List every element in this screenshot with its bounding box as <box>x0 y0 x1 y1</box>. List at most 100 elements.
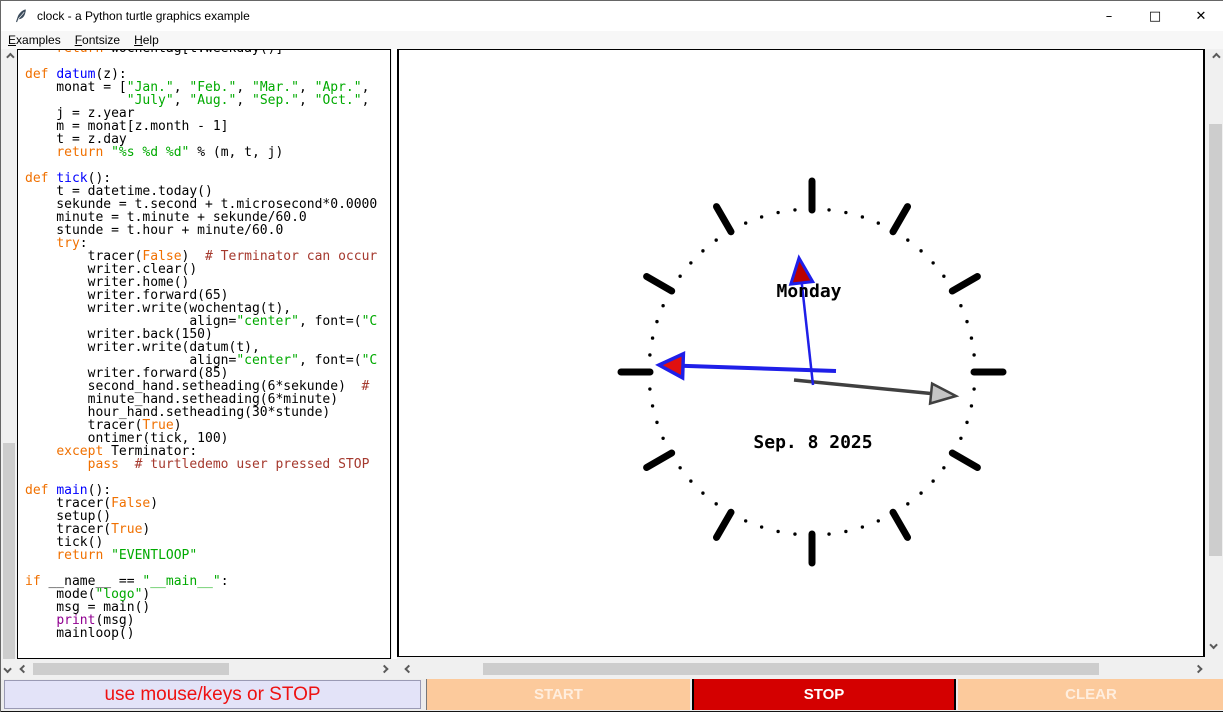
clock-minute-dot <box>827 208 830 211</box>
clock-hour-tick <box>717 512 732 537</box>
menu-fontsize[interactable]: Fontsize <box>68 31 127 49</box>
clock-minute-dot <box>689 479 692 482</box>
clock-minute-dot <box>661 304 664 307</box>
clock-minute-dot <box>972 387 975 390</box>
canvas-hscroll-thumb[interactable] <box>483 663 1099 675</box>
clock-hour-tick <box>647 453 672 468</box>
clock-hour-tick <box>952 277 977 292</box>
weekday-label: Monday <box>776 281 841 302</box>
turtledemo-window: clock - a Python turtle graphics example… <box>0 0 1223 712</box>
clock-minute-dot <box>959 304 962 307</box>
scroll-right-arrow-icon[interactable] <box>375 661 391 677</box>
clock-minute-dot <box>655 320 658 323</box>
code-vertical-scrollbar[interactable] <box>1 49 17 677</box>
clock-minute-dot <box>678 274 681 277</box>
clock-minute-dot <box>744 519 747 522</box>
title-bar: clock - a Python turtle graphics example… <box>1 1 1223 31</box>
clock-minute-dot <box>744 221 747 224</box>
minimize-button[interactable]: – <box>1086 1 1132 31</box>
clock-minute-dot <box>919 491 922 494</box>
canvas-vscroll-thumb[interactable] <box>1209 124 1222 556</box>
scroll-left-arrow-icon[interactable] <box>402 661 418 677</box>
clock-minute-dot <box>965 320 968 323</box>
clock-minute-dot <box>776 211 779 214</box>
turtle-canvas[interactable]: Monday Sep. 8 2025 <box>397 49 1205 657</box>
clock-minute-dot <box>689 261 692 264</box>
scroll-left-arrow-icon[interactable] <box>17 661 33 677</box>
stop-button[interactable]: STOP <box>692 679 956 710</box>
clock-minute-dot <box>714 238 717 241</box>
clock-minute-dot <box>844 211 847 214</box>
clock-minute-dot <box>919 249 922 252</box>
clear-button: CLEAR <box>958 679 1223 710</box>
clock-minute-dot <box>970 404 973 407</box>
menu-help[interactable]: Help <box>127 31 166 49</box>
clock-minute-dot <box>701 491 704 494</box>
clock-hour-tick <box>893 207 908 232</box>
clock-minute-dot <box>678 466 681 469</box>
date-label: Sep. 8 2025 <box>753 432 872 453</box>
code-text: return wochentag[t.weekday()] def datum(… <box>18 49 390 640</box>
close-button[interactable]: ✕ <box>1178 1 1223 31</box>
code-pane[interactable]: return wochentag[t.weekday()] def datum(… <box>17 49 391 659</box>
clock-drawing: Monday Sep. 8 2025 <box>399 50 1203 655</box>
button-bar: use mouse/keys or STOP START STOP CLEAR <box>1 679 1223 711</box>
clock-minute-dot <box>701 249 704 252</box>
clock-minute-dot <box>877 221 880 224</box>
maximize-button[interactable]: □ <box>1132 1 1178 31</box>
clock-hour-tick <box>647 277 672 292</box>
clock-minute-dot <box>793 208 796 211</box>
scroll-up-arrow-icon[interactable] <box>1 49 17 65</box>
clock-minute-dot <box>942 274 945 277</box>
feather-app-icon <box>13 8 29 24</box>
clock-minute-dot <box>906 238 909 241</box>
menu-examples[interactable]: Examples <box>1 31 68 49</box>
clock-hour-hand-line <box>794 380 941 395</box>
clock-minute-dot <box>942 466 945 469</box>
clock-minute-dot <box>648 353 651 356</box>
code-line: mainloop() <box>25 627 390 640</box>
code-line: return "EVENTLOOP" <box>25 549 390 562</box>
window-title: clock - a Python turtle graphics example <box>37 9 250 23</box>
clock-hour-tick <box>717 207 732 232</box>
scroll-up-arrow-icon[interactable] <box>1207 49 1223 65</box>
clock-minute-dot <box>793 532 796 535</box>
clock-hour-tick <box>952 453 977 468</box>
clock-minute-dot <box>760 525 763 528</box>
canvas-vertical-scrollbar[interactable] <box>1207 49 1223 653</box>
clock-minute-dot <box>844 530 847 533</box>
clock-hour-hand-arrow <box>930 384 956 404</box>
clock-minute-dot <box>714 502 717 505</box>
menu-bar: Examples Fontsize Help <box>1 31 1223 49</box>
clock-minute-dot <box>651 336 654 339</box>
clock-minute-dot <box>651 404 654 407</box>
clock-minute-dot <box>655 421 658 424</box>
code-hscroll-thumb[interactable] <box>33 663 229 675</box>
clock-hour-tick <box>893 512 908 537</box>
clock-minute-dot <box>965 421 968 424</box>
clock-minute-dot <box>931 479 934 482</box>
clock-minute-dot <box>959 437 962 440</box>
clock-minute-dot <box>661 437 664 440</box>
code-vscroll-thumb[interactable] <box>3 443 15 659</box>
code-line: pass # turtledemo user pressed STOP <box>25 458 390 471</box>
scroll-down-arrow-icon[interactable] <box>1207 637 1223 653</box>
clock-minute-dot <box>931 261 934 264</box>
clock-minute-dot <box>827 532 830 535</box>
clock-minute-dot <box>776 530 779 533</box>
clock-minute-dot <box>861 525 864 528</box>
clock-minute-hand-arrow <box>659 354 683 378</box>
status-message: use mouse/keys or STOP <box>4 680 421 709</box>
clock-minute-dot <box>861 215 864 218</box>
canvas-horizontal-scrollbar[interactable] <box>398 661 1223 677</box>
scroll-down-arrow-icon[interactable] <box>1 661 17 677</box>
clock-minute-dot <box>760 215 763 218</box>
clock-minute-dot <box>906 502 909 505</box>
code-line: return "%s %d %d" % (m, t, j) <box>25 146 390 159</box>
clock-minute-dot <box>970 336 973 339</box>
clock-minute-dot <box>648 387 651 390</box>
start-button: START <box>426 679 690 710</box>
scroll-right-arrow-icon[interactable] <box>1189 661 1205 677</box>
clock-minute-dot <box>877 519 880 522</box>
code-horizontal-scrollbar[interactable] <box>17 661 391 677</box>
